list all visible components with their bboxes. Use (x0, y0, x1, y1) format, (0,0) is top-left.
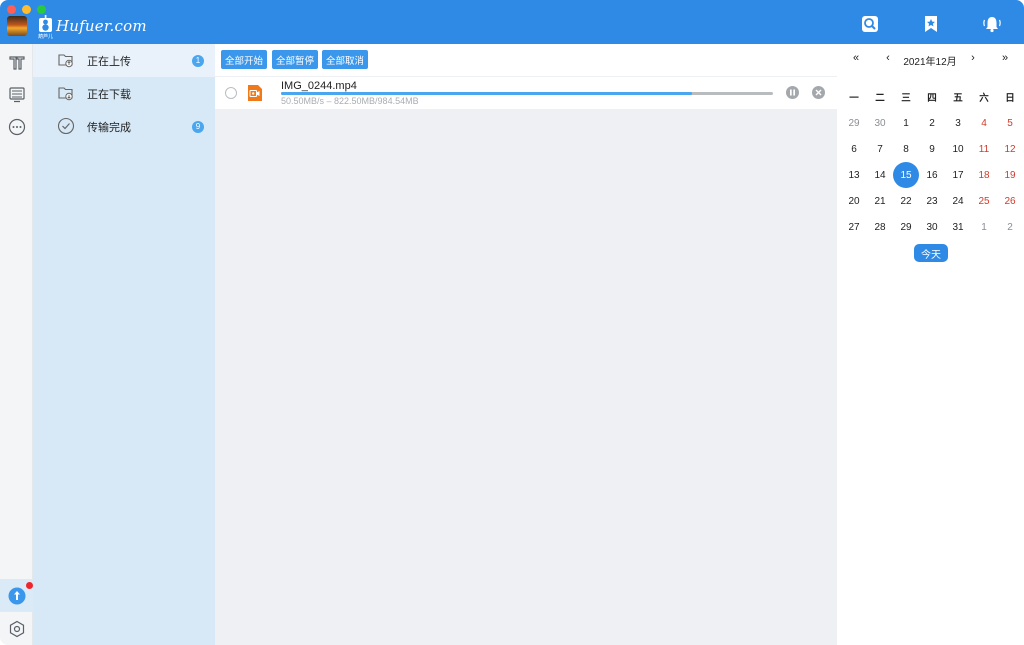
calendar-day[interactable]: 12 (997, 136, 1023, 162)
prev-year-button[interactable]: « (849, 52, 863, 64)
settings-icon[interactable] (6, 618, 27, 639)
pause-task-icon[interactable] (786, 86, 799, 99)
device-icon[interactable] (6, 84, 27, 105)
calendar-day[interactable]: 29 (893, 214, 919, 240)
calendar-weekday: 三 (901, 93, 911, 104)
transfer-task-row[interactable]: IMG_0244.mp4 50.50MB/s – 822.50MB/984.54… (215, 77, 837, 109)
calendar-day[interactable]: 10 (945, 136, 971, 162)
zoom-window-button[interactable] (37, 5, 46, 14)
calendar-weekday: 日 (1005, 93, 1015, 104)
calendar-day[interactable]: 22 (893, 188, 919, 214)
calendar-day[interactable]: 2 (919, 110, 945, 136)
calendar-day[interactable]: 25 (971, 188, 997, 214)
cancel-task-icon[interactable] (812, 86, 825, 99)
calendar-day[interactable]: 2 (997, 214, 1023, 240)
calendar-day[interactable]: 15 (893, 162, 919, 188)
calendar-day[interactable]: 13 (841, 162, 867, 188)
calendar-day[interactable]: 6 (841, 136, 867, 162)
bookmark-star-icon[interactable] (921, 14, 941, 34)
calendar-day[interactable]: 26 (997, 188, 1023, 214)
files-icon[interactable] (6, 52, 27, 73)
transfer-nav: 正在上传 1 正在下载 传输完成 9 (33, 44, 215, 645)
calendar-day[interactable]: 17 (945, 162, 971, 188)
logo-subtitle: 葫芦儿 (38, 34, 54, 40)
calendar-day[interactable]: 19 (997, 162, 1023, 188)
task-select-radio[interactable] (225, 87, 237, 99)
calendar-day[interactable]: 7 (867, 136, 893, 162)
calendar-day[interactable]: 31 (945, 214, 971, 240)
calendar-weekday: 一 (849, 93, 859, 104)
transfer-list-area: 全部开始 全部暂停 全部取消 IMG_0244.mp4 50.50MB/s – … (215, 44, 837, 645)
completed-count-badge: 9 (192, 120, 204, 133)
calendar-day[interactable]: 24 (945, 188, 971, 214)
calendar-panel: « ‹ 2021年12月 › » 一二三四五六日 29 30 1 2 3 4 5 6 7 8 9 10 1… (837, 44, 1024, 645)
calendar-day[interactable]: 11 (971, 136, 997, 162)
app-window: 葫芦儿 Hufuer.com 正在上传 1 正在下载 传输完成 9 全部开始 全… (0, 0, 1024, 645)
calendar-weekday: 二 (875, 93, 885, 104)
transfer-icon[interactable] (6, 585, 27, 606)
close-window-button[interactable] (7, 5, 16, 14)
nav-label-completed: 传输完成 (87, 121, 131, 134)
title-bar: 葫芦儿 Hufuer.com (0, 0, 1024, 44)
next-year-button[interactable]: » (998, 52, 1012, 64)
calendar-day[interactable]: 3 (945, 110, 971, 136)
start-all-button[interactable]: 全部开始 (221, 50, 268, 69)
cancel-all-button[interactable]: 全部取消 (322, 50, 369, 69)
prev-month-button[interactable]: ‹ (881, 52, 895, 64)
transfer-toolbar: 全部开始 全部暂停 全部取消 (215, 44, 837, 76)
nav-label-uploading: 正在上传 (87, 55, 131, 68)
calendar-day[interactable]: 28 (867, 214, 893, 240)
download-folder-icon (57, 84, 75, 102)
calendar-day[interactable]: 9 (919, 136, 945, 162)
calendar-day[interactable]: 5 (997, 110, 1023, 136)
task-progress-bar (281, 92, 773, 95)
calendar-weekday: 六 (979, 93, 989, 104)
calendar-day[interactable]: 29 (841, 110, 867, 136)
check-circle-icon (57, 117, 75, 135)
calendar-day[interactable]: 8 (893, 136, 919, 162)
calendar-weekday: 五 (953, 93, 963, 104)
calendar-day[interactable]: 20 (841, 188, 867, 214)
calendar-day[interactable]: 14 (867, 162, 893, 188)
notification-dot (26, 582, 33, 589)
video-file-icon (246, 84, 264, 102)
more-icon[interactable] (6, 116, 27, 137)
search-disk-icon[interactable] (860, 14, 880, 34)
pause-all-button[interactable]: 全部暂停 (272, 50, 319, 69)
gourd-logo-icon: 葫芦儿 (38, 15, 54, 40)
icon-rail (0, 44, 33, 645)
calendar-title: 2021年12月 (903, 57, 957, 68)
next-month-button[interactable]: › (966, 52, 980, 64)
task-speed-size: 50.50MB/s – 822.50MB/984.54MB (281, 96, 419, 106)
calendar-day[interactable]: 27 (841, 214, 867, 240)
app-logo: 葫芦儿 Hufuer.com (38, 15, 147, 40)
calendar-weekday: 四 (927, 93, 937, 104)
upload-count-badge: 1 (192, 54, 204, 67)
calendar-day[interactable]: 21 (867, 188, 893, 214)
calendar-day[interactable]: 1 (971, 214, 997, 240)
minimize-window-button[interactable] (22, 5, 31, 14)
logo-text: Hufuer.com (56, 17, 147, 35)
calendar-day[interactable]: 4 (971, 110, 997, 136)
nav-item-uploading[interactable]: 正在上传 1 (33, 44, 215, 77)
bell-icon[interactable] (982, 14, 1002, 34)
nav-label-downloading: 正在下载 (87, 88, 131, 101)
calendar-day[interactable]: 23 (919, 188, 945, 214)
calendar-day[interactable]: 1 (893, 110, 919, 136)
task-file-name: IMG_0244.mp4 (281, 80, 357, 92)
calendar-day[interactable]: 16 (919, 162, 945, 188)
calendar-day[interactable]: 30 (867, 110, 893, 136)
today-button[interactable]: 今天 (914, 244, 948, 262)
app-icon (7, 16, 27, 36)
task-progress-fill (281, 92, 692, 95)
calendar-header: « ‹ 2021年12月 › » (837, 52, 1024, 68)
nav-item-downloading[interactable]: 正在下载 (33, 77, 215, 110)
calendar-day[interactable]: 30 (919, 214, 945, 240)
calendar-day[interactable]: 18 (971, 162, 997, 188)
nav-item-completed[interactable]: 传输完成 9 (33, 110, 215, 143)
upload-folder-icon (57, 51, 75, 69)
